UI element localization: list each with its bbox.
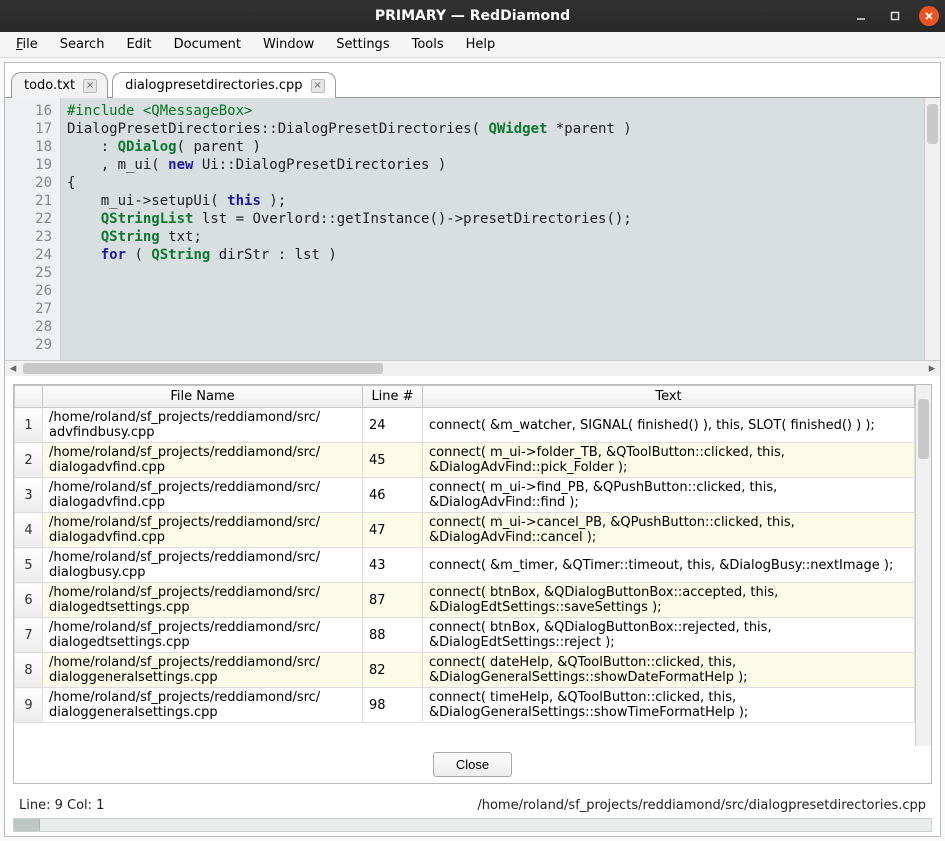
search-results-panel: File Name Line # Text 1/home/roland/sf_p… — [13, 384, 932, 784]
table-row[interactable]: 6/home/roland/sf_projects/reddiamond/src… — [15, 583, 915, 618]
tab-label: todo.txt — [24, 78, 75, 93]
table-row[interactable]: 1/home/roland/sf_projects/reddiamond/src… — [15, 408, 915, 443]
bottom-horizontal-scrollbar[interactable] — [5, 818, 940, 836]
menu-window[interactable]: Window — [253, 34, 324, 55]
window-controls — [851, 6, 939, 26]
tab-close-icon[interactable]: × — [83, 79, 97, 93]
cell-line: 45 — [363, 443, 423, 478]
results-vertical-scrollbar[interactable] — [915, 385, 931, 746]
cell-filename: /home/roland/sf_projects/reddiamond/src/… — [43, 513, 363, 548]
tab-bar: todo.txt × dialogpresetdirectories.cpp × — [5, 63, 940, 97]
table-row[interactable]: 5/home/roland/sf_projects/reddiamond/src… — [15, 548, 915, 583]
cell-text: connect( btnBox, &QDialogButtonBox::acce… — [423, 583, 915, 618]
cell-filename: /home/roland/sf_projects/reddiamond/src/… — [43, 548, 363, 583]
menu-edit[interactable]: Edit — [116, 34, 161, 55]
row-number: 1 — [15, 408, 43, 443]
cell-text: connect( m_ui->cancel_PB, &QPushButton::… — [423, 513, 915, 548]
cell-text: connect( timeHelp, &QToolButton::clicked… — [423, 688, 915, 723]
cell-filename: /home/roland/sf_projects/reddiamond/src/… — [43, 653, 363, 688]
cell-line: 87 — [363, 583, 423, 618]
table-row[interactable]: 3/home/roland/sf_projects/reddiamond/src… — [15, 478, 915, 513]
cell-line: 24 — [363, 408, 423, 443]
minimize-button[interactable] — [851, 6, 871, 26]
header-filename[interactable]: File Name — [43, 386, 363, 408]
cell-line: 47 — [363, 513, 423, 548]
table-row[interactable]: 9/home/roland/sf_projects/reddiamond/src… — [15, 688, 915, 723]
menu-file[interactable]: File — [6, 34, 48, 55]
cell-line: 98 — [363, 688, 423, 723]
window-title: PRIMARY — RedDiamond — [375, 8, 570, 24]
cell-text: connect( &m_watcher, SIGNAL( finished() … — [423, 408, 915, 443]
cell-filename: /home/roland/sf_projects/reddiamond/src/… — [43, 478, 363, 513]
title-bar[interactable]: PRIMARY — RedDiamond — [0, 0, 945, 32]
scroll-left-icon[interactable]: ◂ — [5, 361, 21, 376]
row-number: 2 — [15, 443, 43, 478]
editor-horizontal-scrollbar[interactable]: ◂ ▸ — [5, 360, 940, 376]
tab-label: dialogpresetdirectories.cpp — [125, 78, 302, 93]
tab-todo-txt[interactable]: todo.txt × — [11, 72, 108, 98]
content-area: todo.txt×dialogpresetdirectories.cpp× 16… — [4, 62, 941, 837]
table-row[interactable]: 2/home/roland/sf_projects/reddiamond/src… — [15, 443, 915, 478]
menu-tools[interactable]: Tools — [402, 34, 454, 55]
row-number: 7 — [15, 618, 43, 653]
file-path: /home/roland/sf_projects/reddiamond/src/… — [477, 798, 926, 813]
menu-search[interactable]: Search — [50, 34, 115, 55]
header-text[interactable]: Text — [423, 386, 915, 408]
row-number: 5 — [15, 548, 43, 583]
menu-document[interactable]: Document — [164, 34, 251, 55]
cell-filename: /home/roland/sf_projects/reddiamond/src/… — [43, 688, 363, 723]
menu-settings[interactable]: Settings — [326, 34, 399, 55]
code-body[interactable]: #include <QMessageBox>DialogPresetDirect… — [61, 98, 924, 360]
cell-text: connect( m_ui->find_PB, &QPushButton::cl… — [423, 478, 915, 513]
results-table[interactable]: File Name Line # Text 1/home/roland/sf_p… — [14, 385, 915, 723]
cell-line: 46 — [363, 478, 423, 513]
row-number: 4 — [15, 513, 43, 548]
cell-line: 88 — [363, 618, 423, 653]
cell-filename: /home/roland/sf_projects/reddiamond/src/… — [43, 583, 363, 618]
cursor-position: Line: 9 Col: 1 — [19, 798, 104, 813]
cell-text: connect( m_ui->folder_TB, &QToolButton::… — [423, 443, 915, 478]
table-row[interactable]: 8/home/roland/sf_projects/reddiamond/src… — [15, 653, 915, 688]
cell-line: 82 — [363, 653, 423, 688]
tab-dialogpresetdirectories-cpp[interactable]: dialogpresetdirectories.cpp × — [112, 72, 335, 98]
editor-vertical-scrollbar[interactable] — [924, 98, 940, 360]
header-line[interactable]: Line # — [363, 386, 423, 408]
menu-help[interactable]: Help — [456, 34, 506, 55]
app-window: PRIMARY — RedDiamond FileSearchEditDocum… — [0, 0, 945, 841]
close-button[interactable] — [919, 6, 939, 26]
row-number: 3 — [15, 478, 43, 513]
editor-area: 1617181920212223242526272829 #include <Q… — [5, 97, 940, 376]
cell-text: connect( &m_timer, &QTimer::timeout, thi… — [423, 548, 915, 583]
cell-filename: /home/roland/sf_projects/reddiamond/src/… — [43, 618, 363, 653]
row-number: 8 — [15, 653, 43, 688]
cell-text: connect( dateHelp, &QToolButton::clicked… — [423, 653, 915, 688]
line-gutter: 1617181920212223242526272829 — [5, 98, 61, 360]
header-rownum[interactable] — [15, 386, 43, 408]
cell-text: connect( btnBox, &QDialogButtonBox::reje… — [423, 618, 915, 653]
close-results-button[interactable]: Close — [433, 752, 512, 777]
cell-line: 43 — [363, 548, 423, 583]
cell-filename: /home/roland/sf_projects/reddiamond/src/… — [43, 408, 363, 443]
scroll-right-icon[interactable]: ▸ — [924, 361, 940, 376]
status-bar: Line: 9 Col: 1 /home/roland/sf_projects/… — [5, 792, 940, 818]
row-number: 9 — [15, 688, 43, 723]
menu-bar: FileSearchEditDocumentWindowSettingsTool… — [0, 32, 945, 58]
code-editor[interactable]: 1617181920212223242526272829 #include <Q… — [5, 98, 940, 360]
row-number: 6 — [15, 583, 43, 618]
table-row[interactable]: 4/home/roland/sf_projects/reddiamond/src… — [15, 513, 915, 548]
table-row[interactable]: 7/home/roland/sf_projects/reddiamond/src… — [15, 618, 915, 653]
cell-filename: /home/roland/sf_projects/reddiamond/src/… — [43, 443, 363, 478]
maximize-button[interactable] — [885, 6, 905, 26]
tab-close-icon[interactable]: × — [311, 79, 325, 93]
